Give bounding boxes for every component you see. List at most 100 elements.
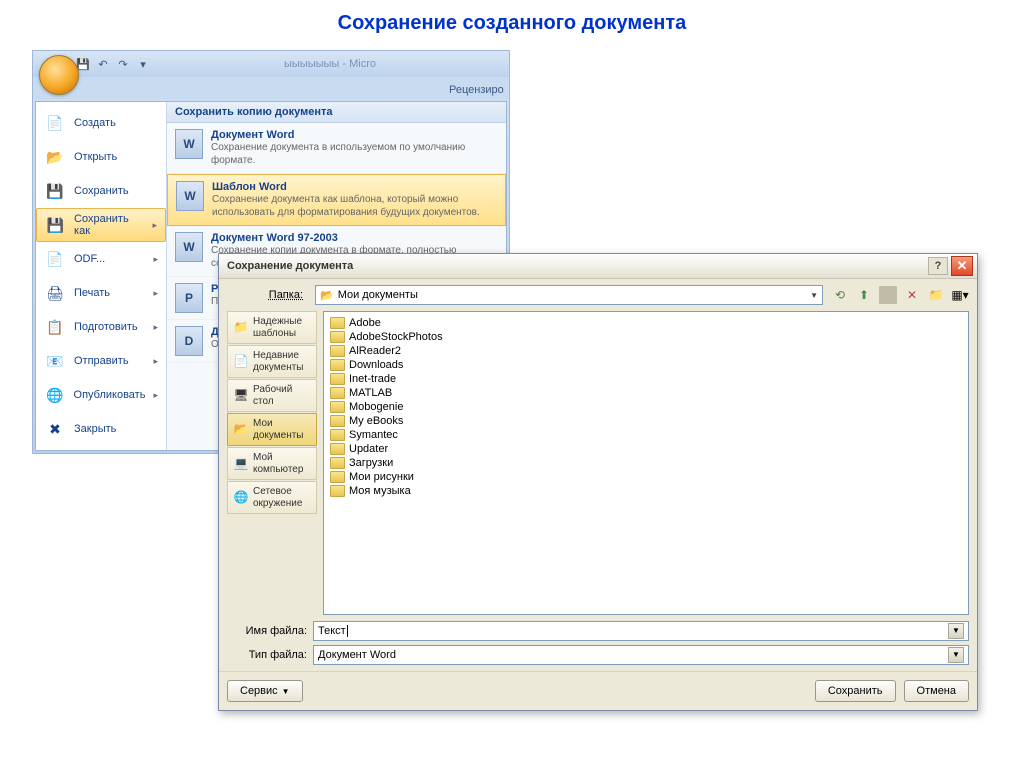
menu-item-label: Сохранить [74,185,129,197]
folder-icon [330,443,345,455]
filetype-select[interactable]: Документ Word ▼ [313,645,969,665]
cancel-button[interactable]: Отмена [904,680,969,702]
menu-item-open[interactable]: 📂 Открыть [36,140,166,174]
redo-icon[interactable]: ↷ [115,56,131,72]
folder-icon [330,345,345,357]
dropdown-icon[interactable]: ▼ [948,623,964,639]
menu-item-label: Опубликовать [74,389,146,401]
folder-label: Папка: [227,289,307,301]
filename-row: Имя файла: Текст▼ [227,621,969,641]
qat-dropdown-icon[interactable]: ▾ [135,56,151,72]
save-icon: 💾 [44,180,66,202]
up-icon[interactable]: ⬆ [855,286,873,304]
folder-item[interactable]: Updater [330,442,962,456]
folder-item[interactable]: Adobe [330,316,962,330]
place-trusted-templates[interactable]: 📁Надежные шаблоны [227,311,317,344]
save-option-template[interactable]: WШаблон WordСохранение документа как шаб… [167,174,506,226]
folder-icon [330,359,345,371]
folder-item[interactable]: Загрузки [330,456,962,470]
chevron-right-icon: ▸ [153,356,158,367]
menu-item-label: Сохранить как [74,213,144,237]
folder-item[interactable]: Inet-trade [330,372,962,386]
back-icon[interactable]: ⟲ [831,286,849,304]
recent-icon: 📄 [233,354,249,370]
filetype-label: Тип файла: [227,649,307,661]
print-icon: 🖨 [44,282,66,304]
menu-item-save[interactable]: 💾 Сохранить [36,174,166,208]
filetype-value: Документ Word [318,649,396,661]
folder-icon [330,485,345,497]
place-desktop[interactable]: 🖥Рабочий стол [227,379,317,412]
option-title: Документ Word [211,129,498,141]
documents-icon: 📂 [233,422,249,438]
filename-input[interactable]: Текст ▼ [313,621,969,641]
current-folder: Мои документы [338,289,418,301]
open-icon: 📂 [44,146,66,168]
office-orb[interactable] [39,55,79,95]
dropdown-icon: ▼ [810,291,818,300]
word-legacy-icon: W [175,232,203,262]
folder-item[interactable]: Symantec [330,428,962,442]
folder-item[interactable]: Мои рисунки [330,470,962,484]
tools-button[interactable]: Сервис ▼ [227,680,303,702]
place-label: Мои документы [253,418,311,441]
folder-item[interactable]: Downloads [330,358,962,372]
folder-item[interactable]: AlReader2 [330,344,962,358]
menu-item-print[interactable]: 🖨Печать▸ [36,276,166,310]
menu-item-save-as[interactable]: 💾Сохранить как▸ [36,208,166,242]
menu-item-prepare[interactable]: 📋Подготовить▸ [36,310,166,344]
folder-icon [330,471,345,483]
tab-review[interactable]: Рецензиро [443,81,510,99]
folder-name: Symantec [349,429,398,441]
undo-icon[interactable]: ↶ [95,56,111,72]
tools-label: Сервис [240,685,278,697]
place-label: Рабочий стол [253,384,311,407]
new-icon: 📄 [44,112,66,134]
file-list[interactable]: AdobeAdobeStockPhotosAlReader2DownloadsI… [323,311,969,615]
save-as-icon: 💾 [45,214,66,236]
close-button[interactable]: ✕ [951,256,973,276]
filename-value: Текст [318,625,346,637]
save-as-header: Сохранить копию документа [167,102,506,123]
folder-name: AdobeStockPhotos [349,331,443,343]
new-folder-icon[interactable]: 📁 [927,286,945,304]
help-button[interactable]: ? [928,257,948,275]
dropdown-icon: ▼ [282,687,290,696]
network-icon: 🌐 [233,490,249,506]
place-my-documents[interactable]: 📂Мои документы [227,413,317,446]
folder-name: Загрузки [349,457,393,469]
divider [879,286,897,304]
menu-item-publish[interactable]: 🌐Опубликовать▸ [36,378,166,412]
other-format-icon: D [175,326,203,356]
save-label: Сохранить [828,685,883,697]
place-recent[interactable]: 📄Недавние документы [227,345,317,378]
folder-item[interactable]: MATLAB [330,386,962,400]
publish-icon: 🌐 [44,384,66,406]
menu-item-send[interactable]: 📧Отправить▸ [36,344,166,378]
menu-item-label: Печать [74,287,110,299]
folder-icon [330,457,345,469]
dialog-titlebar: Сохранение документа ? ✕ [219,254,977,279]
folder-item[interactable]: My eBooks [330,414,962,428]
close-doc-icon: ✖ [44,418,66,440]
menu-item-label: ODF... [74,253,105,265]
folder-item[interactable]: Mobogenie [330,400,962,414]
place-network[interactable]: 🌐Сетевое окружение [227,481,317,514]
folder-select[interactable]: 📂 Мои документы ▼ [315,285,823,305]
menu-item-label: Открыть [74,151,117,163]
save-button[interactable]: Сохранить [815,680,896,702]
dropdown-icon[interactable]: ▼ [948,647,964,663]
menu-item-close[interactable]: ✖Закрыть [36,412,166,446]
prepare-icon: 📋 [44,316,66,338]
folder-item[interactable]: Моя музыка [330,484,962,498]
place-my-computer[interactable]: 💻Мой компьютер [227,447,317,480]
views-icon[interactable]: ▦▾ [951,286,969,304]
menu-item-new[interactable]: 📄Создать [36,106,166,140]
folder-item[interactable]: AdobeStockPhotos [330,330,962,344]
folder-name: My eBooks [349,415,403,427]
menu-item-odf[interactable]: 📄ODF...▸ [36,242,166,276]
delete-icon[interactable]: ✕ [903,286,921,304]
folder-name: Mobogenie [349,401,403,413]
save-option-docx[interactable]: WДокумент WordСохранение документа в исп… [167,123,506,174]
ribbon-tabs: Рецензиро [33,77,509,99]
